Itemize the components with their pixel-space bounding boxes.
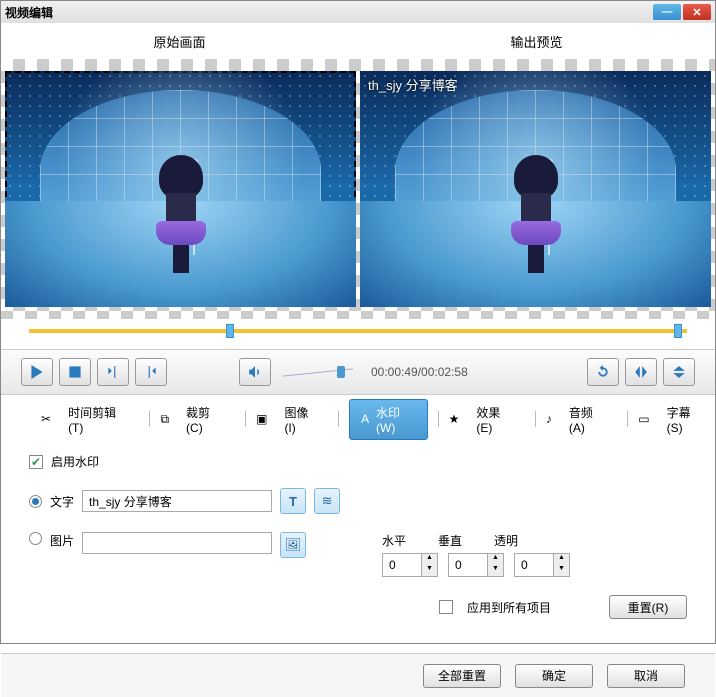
a-spinner[interactable]: ▲▼	[514, 553, 570, 577]
text-radio[interactable]	[29, 495, 42, 508]
text-radio-label: 文字	[50, 493, 74, 510]
tab-image[interactable]: 图像(I)	[275, 399, 328, 440]
enable-watermark-checkbox[interactable]: ✔	[29, 455, 43, 469]
tab-crop[interactable]: 裁剪(C)	[177, 399, 235, 440]
timeline-handle-left[interactable]	[226, 324, 234, 338]
timeline-handle-right[interactable]	[674, 324, 682, 338]
close-button[interactable]: ✕	[683, 4, 711, 20]
enable-watermark-label: 启用水印	[51, 453, 99, 470]
audio-icon: ♪	[546, 412, 552, 426]
tab-watermark[interactable]: A水印(W)	[349, 399, 427, 440]
image-radio[interactable]	[29, 532, 42, 545]
v-spinner[interactable]: ▲▼	[448, 553, 504, 577]
tab-audio[interactable]: 音频(A)	[560, 399, 617, 440]
minimize-button[interactable]: —	[653, 4, 681, 20]
ok-button[interactable]: 确定	[515, 664, 593, 688]
tab-bar: ✂ 时间剪辑(T) ⧉ 裁剪(C) ▣ 图像(I) A水印(W) ★ 效果(E)…	[1, 401, 715, 437]
volume-knob[interactable]	[337, 366, 345, 378]
timecode: 00:00:49/00:02:58	[371, 365, 468, 379]
window-title: 视频编辑	[5, 4, 53, 21]
watermark-overlay: th_sjy 分享博客	[368, 75, 458, 94]
scissors-icon: ✂	[41, 412, 51, 426]
original-header: 原始画面	[1, 32, 358, 51]
reset-button[interactable]: 重置(R)	[609, 595, 687, 619]
original-pane[interactable]	[5, 71, 356, 307]
watermark-text-input[interactable]	[82, 490, 272, 512]
playback-controls: 00:00:49/00:02:58	[1, 349, 715, 395]
output-pane: th_sjy 分享博客	[360, 71, 711, 307]
tab-subtitle[interactable]: 字幕(S)	[658, 399, 715, 440]
reset-all-button[interactable]: 全部重置	[423, 664, 501, 688]
style-button[interactable]: ≋	[314, 488, 340, 514]
watermark-icon: A	[358, 412, 372, 426]
apply-all-label: 应用到所有项目	[467, 599, 551, 616]
dialog-footer: 全部重置 确定 取消	[1, 653, 715, 697]
image-icon: ▣	[256, 412, 267, 426]
play-button[interactable]	[21, 358, 53, 386]
apply-all-checkbox[interactable]: ✔	[439, 600, 453, 614]
h-spinner[interactable]: ▲▼	[382, 553, 438, 577]
h-label: 水平	[382, 532, 406, 549]
font-button[interactable]: T	[280, 488, 306, 514]
preview-headers: 原始画面 输出预览	[1, 23, 715, 59]
tab-effect[interactable]: 效果(E)	[467, 399, 524, 440]
browse-image-button[interactable]: 🖼	[280, 532, 306, 558]
trim-end-button[interactable]	[135, 358, 167, 386]
image-radio-label: 图片	[50, 532, 74, 549]
title-bar: 视频编辑 — ✕	[1, 1, 715, 23]
rotate-button[interactable]	[587, 358, 619, 386]
output-header: 输出预览	[358, 32, 715, 51]
preview-area: th_sjy 分享博客	[1, 59, 715, 319]
watermark-image-input[interactable]	[82, 532, 272, 554]
flip-v-button[interactable]	[663, 358, 695, 386]
cancel-button[interactable]: 取消	[607, 664, 685, 688]
watermark-panel: ✔ 启用水印 文字 T ≋ 图片 🖼 水平 垂直 透明 ▲▼ ▲▼ ▲▼ ✔	[1, 437, 715, 653]
a-label: 透明	[494, 532, 518, 549]
stop-button[interactable]	[59, 358, 91, 386]
effect-icon: ★	[449, 412, 460, 426]
volume-button[interactable]	[239, 358, 271, 386]
subtitle-icon: ▭	[638, 412, 649, 426]
timeline[interactable]	[1, 319, 715, 349]
trim-start-button[interactable]	[97, 358, 129, 386]
tab-clip[interactable]: 时间剪辑(T)	[59, 399, 139, 440]
volume-slider[interactable]	[283, 364, 353, 380]
v-label: 垂直	[438, 532, 462, 549]
flip-h-button[interactable]	[625, 358, 657, 386]
crop-icon: ⧉	[160, 412, 169, 427]
